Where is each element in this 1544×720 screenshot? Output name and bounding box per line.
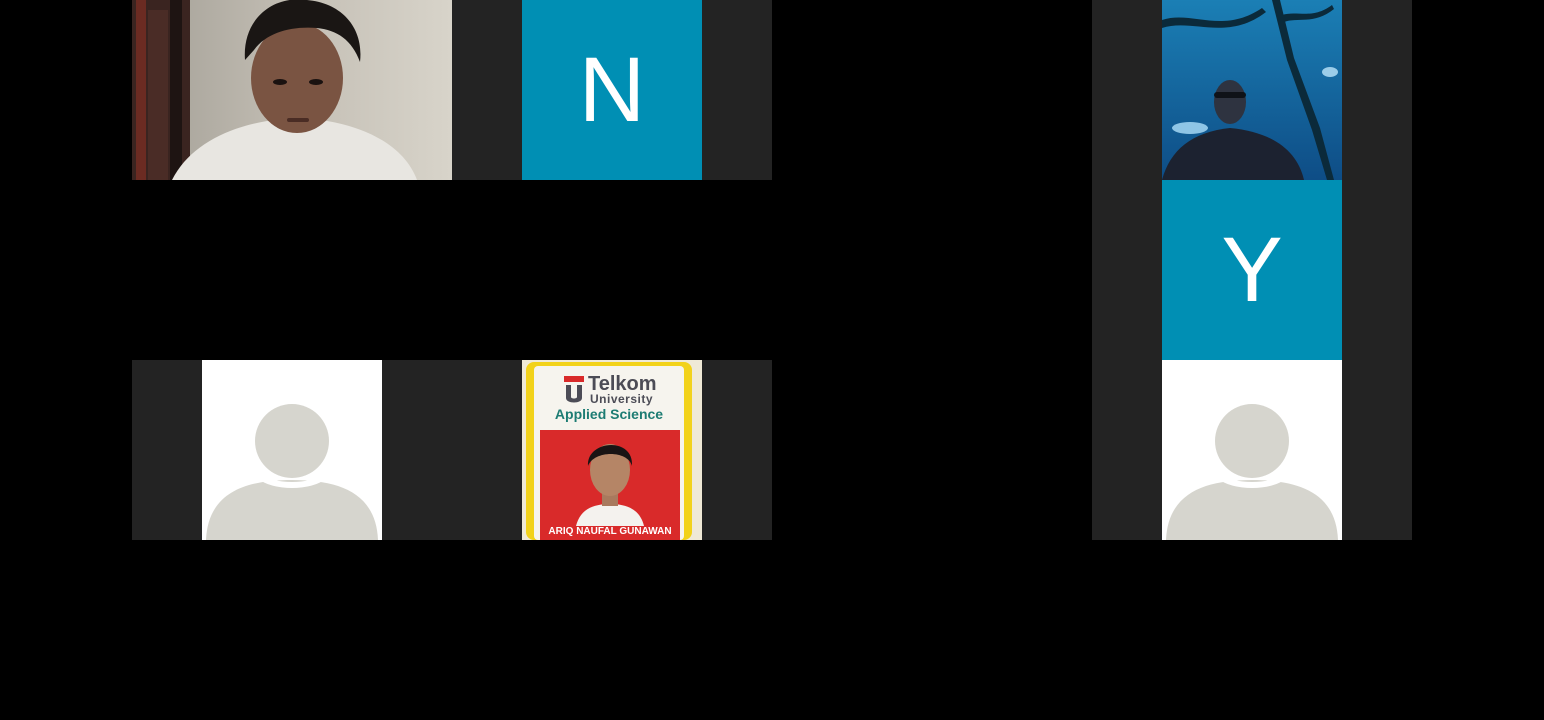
telkom-logo-icon	[564, 376, 584, 403]
participant-cell-1[interactable]	[132, 0, 452, 180]
participant-default-avatar	[1162, 360, 1342, 540]
id-card-program: Applied Science	[554, 406, 664, 422]
id-card-inner: Telkom University Applied Science ARIQ N…	[534, 366, 684, 540]
webcam-feed	[1162, 0, 1342, 180]
person-placeholder-icon	[1166, 404, 1338, 540]
person-placeholder-icon	[206, 404, 378, 540]
participant-video-6[interactable]: Telkom University Applied Science ARIQ N…	[522, 360, 702, 540]
participant-initial: N	[578, 39, 646, 141]
participant-cell-6[interactable]: Telkom University Applied Science ARIQ N…	[452, 360, 772, 540]
participant-default-avatar	[202, 360, 382, 540]
participant-cell-7[interactable]	[1092, 360, 1412, 540]
participant-initial: Y	[1221, 219, 1283, 321]
participant-cell-2[interactable]: N	[452, 0, 772, 180]
participant-initial-avatar-y: Y	[1162, 180, 1342, 360]
participant-cell-3[interactable]	[1092, 0, 1412, 180]
id-card: Telkom University Applied Science ARIQ N…	[526, 362, 692, 540]
id-card-photo: ARIQ NAUFAL GUNAWAN	[540, 430, 680, 540]
id-card-brand-sub: University	[590, 392, 654, 406]
id-photo-portrait	[576, 444, 644, 526]
participant-cell-4[interactable]: Y	[1092, 180, 1412, 360]
id-card-name: ARIQ NAUFAL GUNAWAN	[548, 526, 672, 537]
participant-video-3[interactable]	[1162, 0, 1342, 180]
participant-initial-avatar-n: N	[522, 0, 702, 180]
participant-cell-5[interactable]	[132, 360, 452, 540]
id-card-brand: Telkom	[588, 373, 657, 395]
webcam-feed	[132, 0, 452, 180]
participant-video-1[interactable]	[132, 0, 452, 180]
